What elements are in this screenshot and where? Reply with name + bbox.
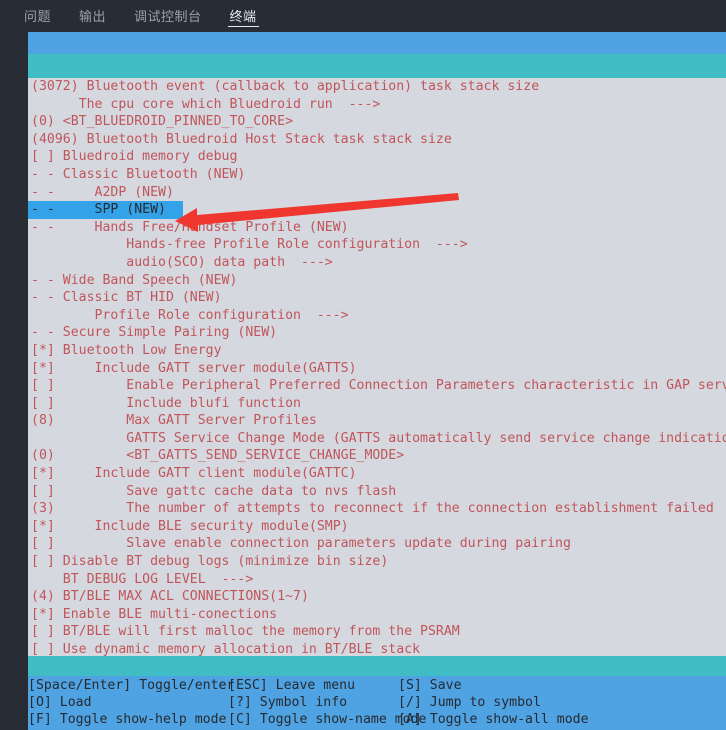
help-keybinding: [O] Load xyxy=(28,695,92,711)
menu-row[interactable]: (4096) Bluetooth Bluedroid Host Stack ta… xyxy=(28,131,726,149)
help-keybinding: [A] Toggle show-all mode xyxy=(398,712,589,728)
terminal-left-gutter xyxy=(0,30,28,730)
menuconfig-breadcrumb: (Top) → Component config → Bluetooth → B… xyxy=(28,32,726,54)
menu-row[interactable]: [*] Include BLE security module(SMP) xyxy=(28,518,726,536)
panel-tab-1[interactable]: 输出 xyxy=(65,0,120,30)
panel-tab-2[interactable]: 调试控制台 xyxy=(120,0,216,30)
menu-row[interactable]: GATTS Service Change Mode (GATTS automat… xyxy=(28,430,726,448)
menu-row[interactable]: [ ] Enable Peripheral Preferred Connecti… xyxy=(28,377,726,395)
menu-row[interactable]: [ ] BT/BLE will first malloc the memory … xyxy=(28,623,726,641)
menu-row[interactable]: [ ] Slave enable connection parameters u… xyxy=(28,535,726,553)
panel-tab-3[interactable]: 终端 xyxy=(216,0,271,30)
menu-row[interactable]: - - A2DP (NEW) xyxy=(28,184,726,202)
panel-tab-label: 问题 xyxy=(24,9,52,25)
help-keybinding: [C] Toggle show-name mode xyxy=(228,712,427,728)
menu-row[interactable]: - - Secure Simple Pairing (NEW) xyxy=(28,324,726,342)
menu-row[interactable]: [*] Bluetooth Low Energy xyxy=(28,342,726,360)
help-row: [O] Load [?] Symbol info [/] Jump to symbo… xyxy=(28,694,726,711)
menu-row-selected[interactable]: - - SPP (NEW) xyxy=(28,201,183,219)
menu-row[interactable]: (3) The number of attempts to reconnect … xyxy=(28,500,726,518)
panel-tab-label: 调试控制台 xyxy=(134,9,202,25)
menu-row[interactable]: Hands-free Profile Role configuration --… xyxy=(28,236,726,254)
menu-row[interactable]: - - Hands Free/Handset Profile (NEW) xyxy=(28,219,726,237)
menu-row[interactable]: [ ] Save gattc cache data to nvs flash xyxy=(28,483,726,501)
menu-row[interactable]: [*] Include GATT client module(GATTC) xyxy=(28,465,726,483)
menu-row[interactable]: - - Classic BT HID (NEW) xyxy=(28,289,726,307)
menu-row[interactable]: [ ] Bluedroid memory debug xyxy=(28,148,726,166)
menu-row[interactable]: The cpu core which Bluedroid run ---> xyxy=(28,96,726,114)
help-keybinding: [ESC] Leave menu xyxy=(228,678,356,693)
menu-row[interactable]: (8) Max GATT Server Profiles xyxy=(28,412,726,430)
panel-tab-0[interactable]: 问题 xyxy=(10,0,65,30)
menu-row[interactable]: BT DEBUG LOG LEVEL ---> xyxy=(28,571,726,589)
help-keybinding: [S] Save xyxy=(398,678,462,693)
menuconfig-title-bar: Espressif IoT Development Frame xyxy=(28,54,726,78)
menu-row[interactable]: [ ] Disable BT debug logs (minimize bin … xyxy=(28,553,726,571)
menu-row[interactable]: (3072) Bluetooth event (callback to appl… xyxy=(28,78,726,96)
menu-row[interactable]: (0) <BT_BLUEDROID_PINNED_TO_CORE> xyxy=(28,113,726,131)
help-row: [F] Toggle show-help mode [C] Toggle show… xyxy=(28,711,726,728)
menu-row[interactable]: [ ] Include blufi function xyxy=(28,395,726,413)
panel-tab-label: 输出 xyxy=(79,9,107,25)
menu-row[interactable]: [ ] Use dynamic memory allocation in BT/… xyxy=(28,641,726,656)
menuconfig-keybinding-help: [Space/Enter] Toggle/enter [ESC] Leave me… xyxy=(28,676,726,730)
help-keybinding: [F] Toggle show-help mode xyxy=(28,712,227,728)
panel-tab-label: 终端 xyxy=(229,9,257,25)
menu-row[interactable]: [*] Include GATT server module(GATTS) xyxy=(28,360,726,378)
menu-row[interactable]: - - Classic Bluetooth (NEW) xyxy=(28,166,726,184)
menu-row[interactable]: (4) BT/BLE MAX ACL CONNECTIONS(1~7) xyxy=(28,588,726,606)
help-keybinding: [/] Jump to symbol xyxy=(398,695,541,711)
panel-tab-bar: 问题 输出 调试控制台 终端 xyxy=(0,0,726,30)
menu-row[interactable]: [*] Enable BLE multi-conections xyxy=(28,606,726,624)
help-row: [Space/Enter] Toggle/enter [ESC] Leave me… xyxy=(28,677,726,694)
menu-row[interactable]: - - Wide Band Speech (NEW) xyxy=(28,272,726,290)
terminal-panel[interactable]: (Top) → Component config → Bluetooth → B… xyxy=(0,30,726,730)
menu-row[interactable]: Profile Role configuration ---> xyxy=(28,307,726,325)
scroll-more-indicator: ↓↓↓↓↓↓↓↓↓↓↓↓↓ xyxy=(28,656,726,676)
help-keybinding: [Space/Enter] Toggle/enter xyxy=(28,678,235,693)
menu-row[interactable]: (0) <BT_GATTS_SEND_SERVICE_CHANGE_MODE> xyxy=(28,447,726,465)
help-keybinding: [?] Symbol info xyxy=(228,695,348,711)
menuconfig-option-list[interactable]: (3072) Bluetooth event (callback to appl… xyxy=(28,78,726,656)
menu-row[interactable]: audio(SCO) data path ---> xyxy=(28,254,726,272)
